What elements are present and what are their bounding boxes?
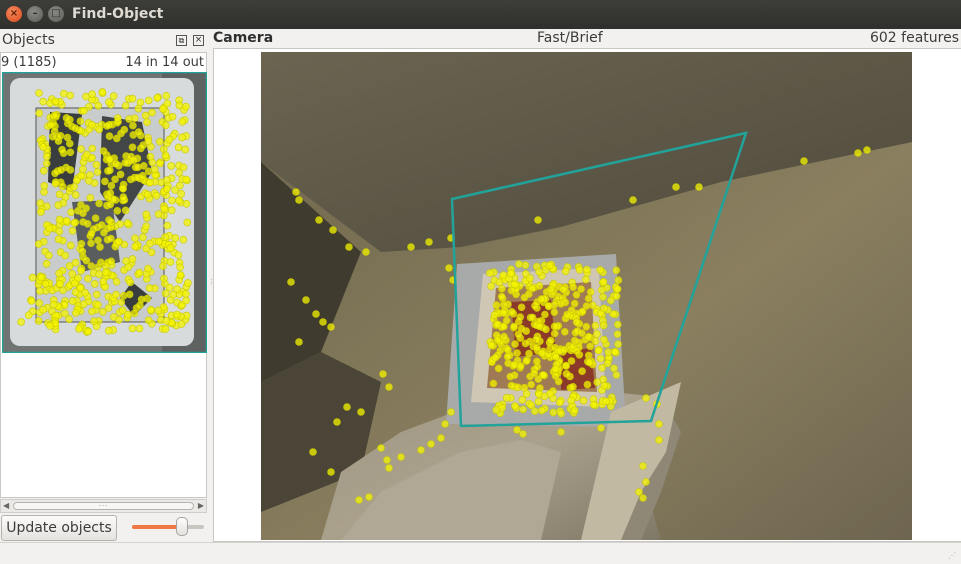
camera-frame	[213, 48, 961, 542]
objects-list: 9 (1185) 14 in 14 out	[0, 52, 207, 498]
slider-fill	[132, 525, 182, 529]
camera-image-svg	[261, 52, 912, 540]
camera-view[interactable]	[261, 52, 912, 540]
objects-dock: Objects ⧉ × 9 (1185) 14 in 14 out ◀ ··· …	[0, 29, 208, 542]
features-count: 602 features	[869, 30, 959, 46]
object-image-svg	[2, 72, 207, 353]
title-bar: × – □ Find-Object	[0, 0, 961, 29]
dock-close-icon[interactable]: ×	[193, 35, 204, 46]
threshold-slider[interactable]	[132, 517, 204, 536]
slider-handle[interactable]	[175, 517, 188, 536]
camera-title: Camera	[213, 30, 274, 46]
scroll-left-icon[interactable]: ◀	[3, 500, 9, 512]
status-bar: ⋰	[0, 542, 961, 564]
object-thumbnail[interactable]	[2, 72, 207, 353]
scroll-right-icon[interactable]: ▶	[198, 500, 204, 512]
scroll-thumb[interactable]: ···	[13, 502, 194, 510]
resize-grip-icon[interactable]: ⋰	[948, 551, 958, 561]
window-title: Find-Object	[72, 6, 164, 22]
close-icon[interactable]: ×	[6, 6, 22, 22]
detector-label: Fast/Brief	[537, 30, 603, 46]
objects-hscrollbar[interactable]: ◀ ··· ▶	[0, 499, 207, 513]
camera-dock: Camera Fast/Brief 602 features	[212, 29, 961, 542]
update-objects-button[interactable]: Update objects	[1, 515, 117, 541]
object-inliers-label: 14 in 14 out	[125, 55, 204, 70]
object-id-label: 9 (1185)	[1, 55, 57, 70]
float-icon[interactable]: ⧉	[176, 35, 187, 46]
objects-dock-title: Objects	[2, 32, 55, 48]
maximize-icon[interactable]: □	[48, 6, 64, 22]
minimize-icon[interactable]: –	[27, 6, 43, 22]
